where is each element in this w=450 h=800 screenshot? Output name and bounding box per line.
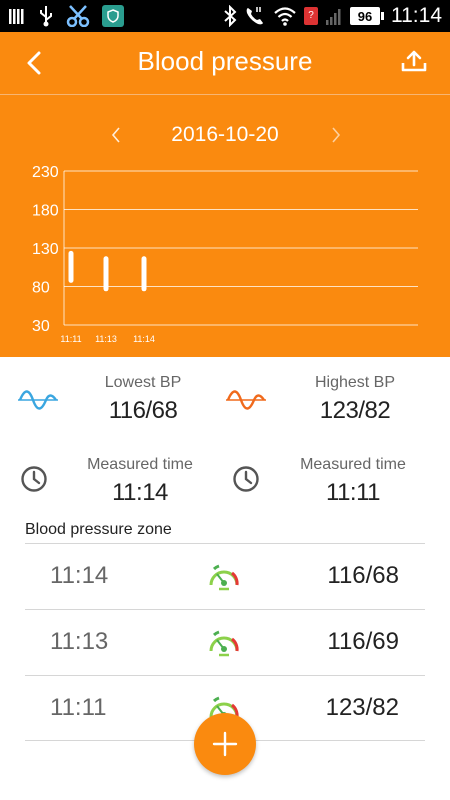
item-time: 11:14: [50, 562, 109, 589]
date-label: 2016-10-20: [171, 123, 279, 146]
item-time: 11:13: [50, 628, 109, 655]
alert-icon: ?: [304, 7, 318, 25]
measured-time-label-left: Measured time: [87, 456, 193, 473]
chevron-right-icon: [332, 127, 341, 143]
item-value: 123/82: [325, 694, 399, 721]
y-tick-label: 230: [32, 164, 59, 181]
y-tick-label: 130: [32, 241, 59, 258]
item-value: 116/69: [327, 628, 399, 655]
lowest-bp-label: Lowest BP: [104, 374, 182, 391]
chart-area: 230 180 130 80 30 11:11 11:13 11:14 2016-10-20: [0, 95, 450, 357]
list-item[interactable]: 11:13 116/69: [25, 609, 425, 675]
zone-title: Blood pressure zone: [25, 521, 172, 538]
x-tick-label: 11:14: [133, 334, 155, 344]
scissors-icon: [66, 5, 90, 27]
wifi-icon: [274, 7, 296, 26]
sine-wave-icon: [18, 390, 58, 410]
item-value: 116/68: [327, 562, 399, 589]
app-header: Blood pressure: [0, 32, 450, 94]
add-measurement-button[interactable]: [194, 713, 256, 775]
upload-icon: [401, 50, 427, 72]
x-tick-label: 11:13: [95, 334, 117, 344]
share-button[interactable]: [398, 46, 430, 78]
usb-icon: [40, 6, 52, 27]
battery-icon: 96: [350, 7, 384, 25]
summary-time-row: Measured time 11:14 Measured time 11:11: [0, 450, 450, 520]
next-date-button[interactable]: [326, 123, 346, 147]
list-item[interactable]: 11:14 116/68: [25, 543, 425, 609]
x-tick-label: 11:11: [60, 334, 81, 344]
signal-bars-icon: [9, 9, 24, 24]
measured-time-value-right: 11:11: [326, 479, 381, 506]
gauge-icon: [209, 564, 239, 591]
lowest-bp-value: 116/68: [108, 397, 178, 424]
highest-bp-value: 123/82: [319, 397, 391, 424]
cellular-icon: [326, 9, 341, 25]
y-tick-label: 30: [32, 318, 50, 335]
phone-icon: [246, 7, 263, 25]
y-tick-label: 180: [32, 203, 59, 220]
screen: ? 96 11:14 Blood pressure 230 180 130 80 30 1…: [0, 0, 450, 800]
status-time: 11:14: [391, 4, 442, 27]
plus-icon: [212, 731, 238, 757]
status-right: ? 96 11:14: [223, 4, 442, 28]
clock-icon: [21, 466, 47, 492]
clock-icon: [233, 466, 259, 492]
shield-icon: [102, 5, 124, 27]
bluetooth-icon: [224, 5, 237, 27]
item-time: 11:11: [50, 694, 107, 721]
status-left: [8, 4, 124, 28]
page-title: Blood pressure: [137, 46, 313, 76]
sine-wave-icon: [226, 390, 266, 410]
zone-list: 11:14 116/68 11:13 116/69 11:11 123/82: [25, 543, 425, 741]
measured-time-label-right: Measured time: [300, 456, 406, 473]
measured-time-value-left: 11:14: [112, 479, 168, 506]
date-navigator: 2016-10-20: [0, 119, 450, 151]
status-bar: ? 96 11:14: [0, 0, 450, 32]
summary-bp-row: Lowest BP 116/68 Highest BP 123/82: [0, 368, 450, 438]
y-tick-label: 80: [32, 280, 50, 297]
highest-bp-label: Highest BP: [314, 374, 396, 391]
gauge-icon: [209, 630, 239, 657]
